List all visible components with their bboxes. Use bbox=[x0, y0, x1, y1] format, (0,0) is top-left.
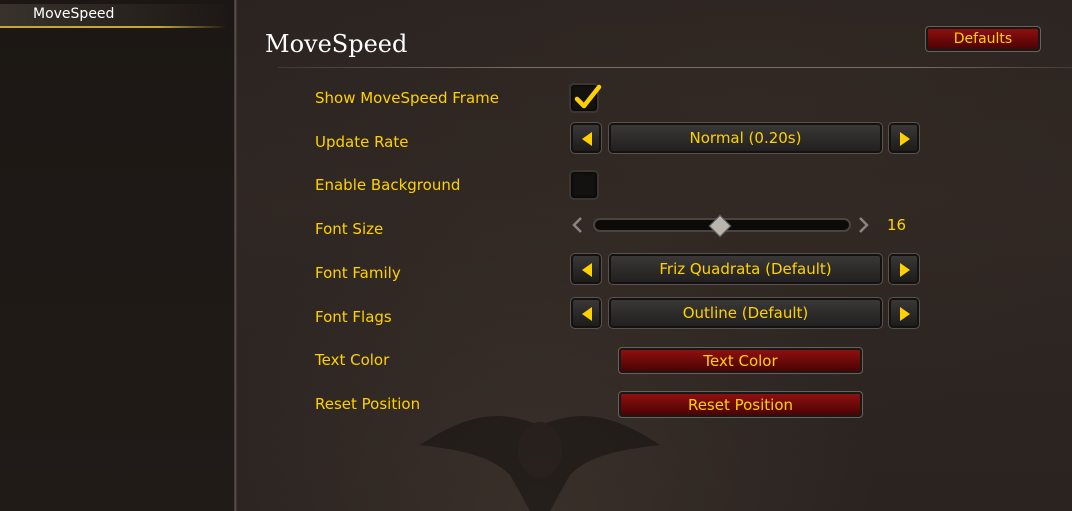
text-color-button[interactable]: Text Color bbox=[618, 347, 863, 374]
arrow-left-icon bbox=[582, 307, 592, 321]
check-icon bbox=[574, 84, 602, 109]
enable-background-label: Enable Background bbox=[315, 176, 461, 194]
selected-indicator bbox=[0, 26, 226, 28]
sidebar-item-movespeed[interactable]: MoveSpeed bbox=[0, 4, 226, 28]
font-family-label: Font Family bbox=[315, 264, 401, 282]
font-flags-next-button[interactable] bbox=[888, 297, 920, 329]
font-size-slider[interactable] bbox=[593, 214, 851, 238]
reset-position-button[interactable]: Reset Position bbox=[618, 391, 863, 418]
sidebar-item-label: MoveSpeed bbox=[33, 6, 115, 22]
reset-position-label: Reset Position bbox=[315, 395, 421, 413]
font-flags-prev-button[interactable] bbox=[570, 297, 602, 329]
enable-background-checkbox[interactable] bbox=[569, 170, 599, 200]
slider-decrease-icon[interactable] bbox=[571, 216, 583, 234]
show-frame-checkbox[interactable] bbox=[569, 83, 602, 113]
page-title: MoveSpeed bbox=[265, 30, 408, 58]
defaults-button[interactable]: Defaults bbox=[925, 26, 1041, 52]
arrow-left-icon bbox=[582, 263, 592, 277]
title-divider bbox=[278, 67, 1072, 68]
slider-increase-icon[interactable] bbox=[858, 216, 870, 234]
font-size-label: Font Size bbox=[315, 220, 384, 238]
panel-divider bbox=[234, 0, 237, 511]
font-family-prev-button[interactable] bbox=[570, 253, 602, 285]
arrow-right-icon bbox=[900, 263, 910, 277]
update-rate-next-button[interactable] bbox=[888, 122, 920, 154]
update-rate-label: Update Rate bbox=[315, 133, 409, 151]
font-family-next-button[interactable] bbox=[888, 253, 920, 285]
font-size-value: 16 bbox=[887, 216, 907, 234]
text-color-label: Text Color bbox=[315, 351, 390, 369]
slider-thumb[interactable] bbox=[709, 214, 732, 238]
font-family-dropdown[interactable]: Friz Quadrata (Default) bbox=[608, 253, 883, 285]
arrow-right-icon bbox=[900, 307, 910, 321]
font-flags-dropdown[interactable]: Outline (Default) bbox=[608, 297, 883, 329]
sidebar: MoveSpeed bbox=[0, 0, 234, 511]
arrow-left-icon bbox=[582, 132, 592, 146]
font-flags-label: Font Flags bbox=[315, 308, 392, 326]
show-frame-label: Show MoveSpeed Frame bbox=[315, 89, 499, 107]
update-rate-dropdown[interactable]: Normal (0.20s) bbox=[608, 122, 883, 154]
arrow-right-icon bbox=[900, 132, 910, 146]
update-rate-prev-button[interactable] bbox=[570, 122, 602, 154]
